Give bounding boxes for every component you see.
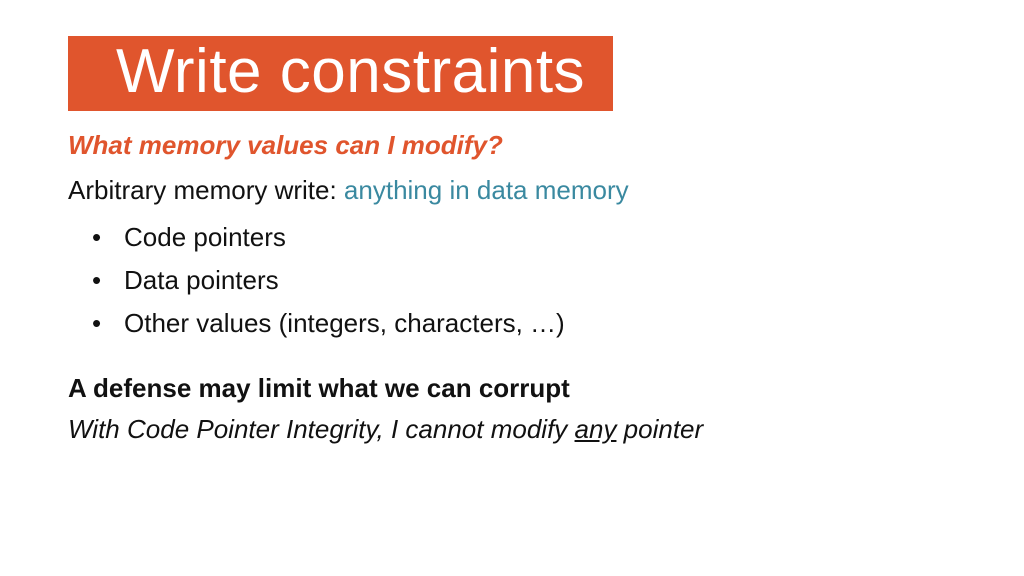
defense-heading: A defense may limit what we can corrupt — [68, 373, 964, 404]
arbitrary-write-line: Arbitrary memory write: anything in data… — [68, 175, 964, 206]
slide-content: What memory values can I modify? Arbitra… — [68, 130, 964, 445]
bullet-list: Code pointers Data pointers Other values… — [68, 216, 964, 345]
arbitrary-highlight: anything in data memory — [344, 175, 629, 205]
list-item: Data pointers — [68, 259, 964, 302]
list-item: Code pointers — [68, 216, 964, 259]
cpi-underlined: any — [575, 414, 617, 444]
cpi-suffix: pointer — [616, 414, 703, 444]
cpi-prefix: With Code Pointer Integrity, I cannot mo… — [68, 414, 575, 444]
cpi-line: With Code Pointer Integrity, I cannot mo… — [68, 414, 964, 445]
slide-title: Write constraints — [116, 37, 585, 106]
slide-title-bar: Write constraints — [68, 36, 613, 111]
arbitrary-prefix: Arbitrary memory write: — [68, 175, 344, 205]
list-item: Other values (integers, characters, …) — [68, 302, 964, 345]
slide-subtitle: What memory values can I modify? — [68, 130, 964, 161]
